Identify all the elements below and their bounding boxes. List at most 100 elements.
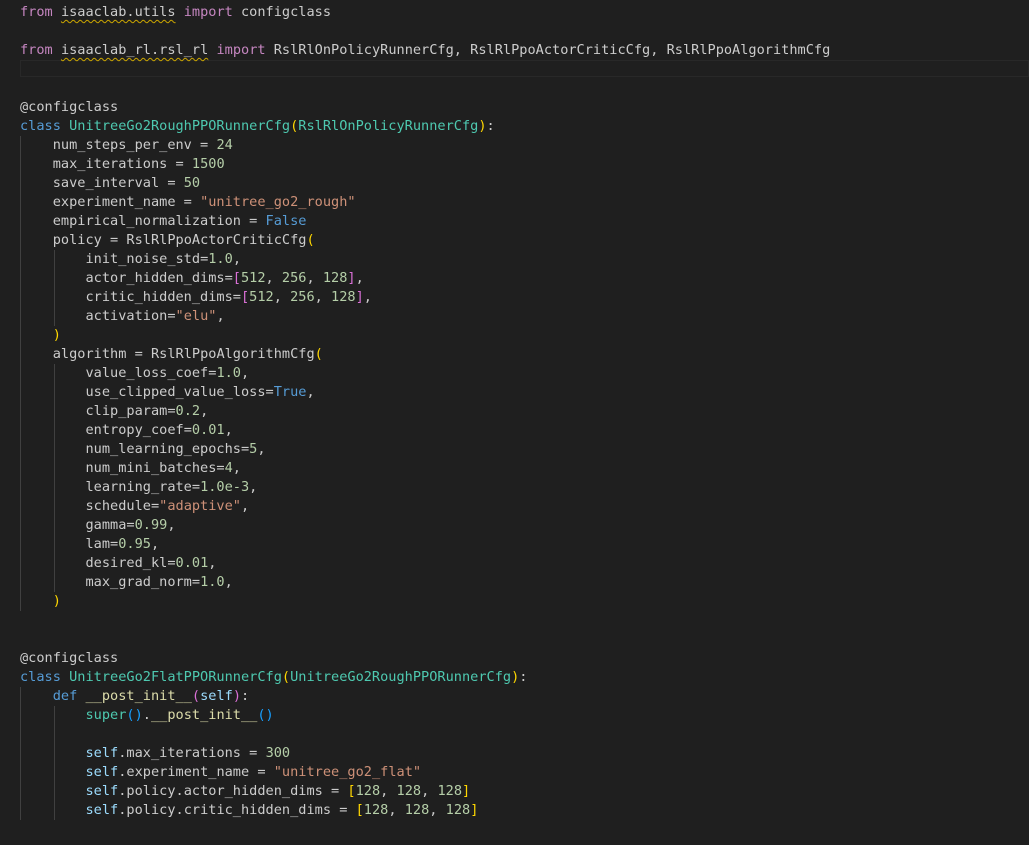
- code-line[interactable]: num_steps_per_env = 24: [20, 136, 233, 155]
- code-editor[interactable]: from isaaclab.utils import configclass fr…: [0, 0, 1029, 845]
- code-line[interactable]: gamma=0.99,: [20, 516, 175, 535]
- code-token: .max_iterations: [118, 745, 241, 761]
- code-token: save_interval: [20, 175, 160, 191]
- code-token: =: [101, 232, 127, 248]
- code-line[interactable]: algorithm = RslRlPpoAlgorithmCfg(: [20, 345, 323, 364]
- code-line[interactable]: num_learning_epochs=5,: [20, 440, 265, 459]
- code-token: :: [241, 688, 250, 704]
- code-line[interactable]: from isaaclab.utils import configclass: [20, 3, 331, 22]
- code-token: ,: [306, 384, 315, 400]
- code-line[interactable]: super().__post_init__(): [20, 706, 274, 725]
- code-token: [: [355, 802, 364, 818]
- code-token: =: [191, 137, 217, 153]
- code-token: 0.2: [175, 403, 201, 419]
- code-token: =: [167, 555, 176, 571]
- code-line[interactable]: max_iterations = 1500: [20, 155, 225, 174]
- code-token: critic_hidden_dims: [20, 289, 233, 305]
- code-token: 128: [322, 270, 348, 286]
- code-token: 128: [331, 289, 356, 305]
- code-token: True: [273, 384, 307, 400]
- code-line[interactable]: ): [20, 592, 61, 611]
- code-line[interactable]: max_grad_norm=1.0,: [20, 573, 232, 592]
- code-token: 24: [216, 137, 233, 153]
- code-token: ,: [200, 403, 209, 419]
- code-token: 128: [363, 802, 389, 818]
- code-token: use_clipped_value_loss: [20, 384, 266, 400]
- code-token: @configclass: [20, 650, 119, 666]
- code-line[interactable]: desired_kl=0.01,: [20, 554, 216, 573]
- code-token: ,: [388, 802, 405, 818]
- code-token: entropy_coef: [20, 422, 184, 438]
- code-token: ,: [240, 498, 250, 514]
- code-line[interactable]: entropy_coef=0.01,: [20, 421, 233, 440]
- code-token: =: [240, 441, 250, 457]
- code-token: ,: [355, 270, 364, 286]
- code-line[interactable]: learning_rate=1.0e-3,: [20, 478, 257, 497]
- code-line[interactable]: actor_hidden_dims=[512, 256, 128],: [20, 269, 364, 288]
- code-line[interactable]: @configclass: [20, 649, 118, 668]
- code-line[interactable]: class UnitreeGo2RoughPPORunnerCfg(RslRlO…: [20, 117, 495, 136]
- code-token: desired_kl: [20, 555, 168, 571]
- code-token: experiment_name: [20, 194, 176, 210]
- code-line[interactable]: save_interval = 50: [20, 174, 200, 193]
- code-line[interactable]: self.experiment_name = "unitree_go2_flat…: [20, 763, 421, 782]
- code-line[interactable]: schedule="adaptive",: [20, 497, 249, 516]
- code-token: "unitree_go2_rough": [200, 194, 356, 210]
- code-line[interactable]: num_mini_batches=4,: [20, 459, 241, 478]
- code-token: super: [85, 707, 127, 723]
- code-token: 0.99: [134, 517, 168, 533]
- code-token: =: [265, 384, 274, 400]
- code-token: actor_hidden_dims: [20, 270, 225, 286]
- code-token: RslRlPpoActorCriticCfg: [126, 232, 307, 248]
- code-token: ,: [216, 308, 225, 324]
- code-token: self: [85, 745, 119, 761]
- code-line[interactable]: policy = RslRlPpoActorCriticCfg(: [20, 231, 315, 250]
- code-token: 0.01: [191, 422, 225, 438]
- code-line[interactable]: value_loss_coef=1.0,: [20, 364, 249, 383]
- code-token: @configclass: [20, 99, 119, 115]
- code-token: .: [142, 707, 151, 723]
- code-line[interactable]: ): [20, 326, 61, 345]
- code-token: 512: [240, 270, 266, 286]
- code-token: value_loss_coef: [20, 365, 209, 381]
- code-line[interactable]: self.policy.actor_hidden_dims = [128, 12…: [20, 782, 470, 801]
- code-token: (): [257, 707, 274, 723]
- code-line[interactable]: @configclass: [20, 98, 118, 117]
- code-token: .experiment_name: [118, 764, 250, 780]
- code-token: self: [85, 802, 119, 818]
- code-line[interactable]: use_clipped_value_loss=True,: [20, 383, 315, 402]
- code-line[interactable]: activation="elu",: [20, 307, 225, 326]
- code-token: =: [150, 498, 160, 514]
- code-token: (): [126, 707, 143, 723]
- code-line[interactable]: lam=0.95,: [20, 535, 159, 554]
- code-token: =: [191, 479, 201, 495]
- code-token: max_grad_norm: [20, 574, 192, 590]
- code-token: ,: [232, 251, 241, 267]
- code-line[interactable]: from isaaclab_rl.rsl_rl import RslRlOnPo…: [20, 41, 830, 60]
- code-token: ,: [380, 783, 397, 799]
- code-line[interactable]: clip_param=0.2,: [20, 402, 208, 421]
- code-token: RslRlOnPolicyRunnerCfg, RslRlPpoActorCri…: [265, 42, 831, 58]
- code-token: =: [232, 289, 241, 305]
- code-token: =: [175, 194, 201, 210]
- code-token: ,: [224, 422, 233, 438]
- code-line[interactable]: experiment_name = "unitree_go2_rough": [20, 193, 356, 212]
- code-line[interactable]: critic_hidden_dims=[512, 256, 128],: [20, 288, 372, 307]
- code-line[interactable]: init_noise_std=1.0,: [20, 250, 241, 269]
- code-token: lam: [20, 536, 111, 552]
- code-line[interactable]: self.max_iterations = 300: [20, 744, 290, 763]
- code-line[interactable]: empirical_normalization = False: [20, 212, 307, 231]
- code-token: 1500: [191, 156, 225, 172]
- code-line[interactable]: def __post_init__(self):: [20, 687, 249, 706]
- code-line[interactable]: class UnitreeGo2FlatPPORunnerCfg(Unitree…: [20, 668, 527, 687]
- code-token: ]: [470, 802, 479, 818]
- current-line-highlight: [20, 60, 1029, 77]
- code-token: ): [52, 593, 61, 609]
- code-token: class: [20, 669, 61, 685]
- code-line[interactable]: self.policy.critic_hidden_dims = [128, 1…: [20, 801, 478, 820]
